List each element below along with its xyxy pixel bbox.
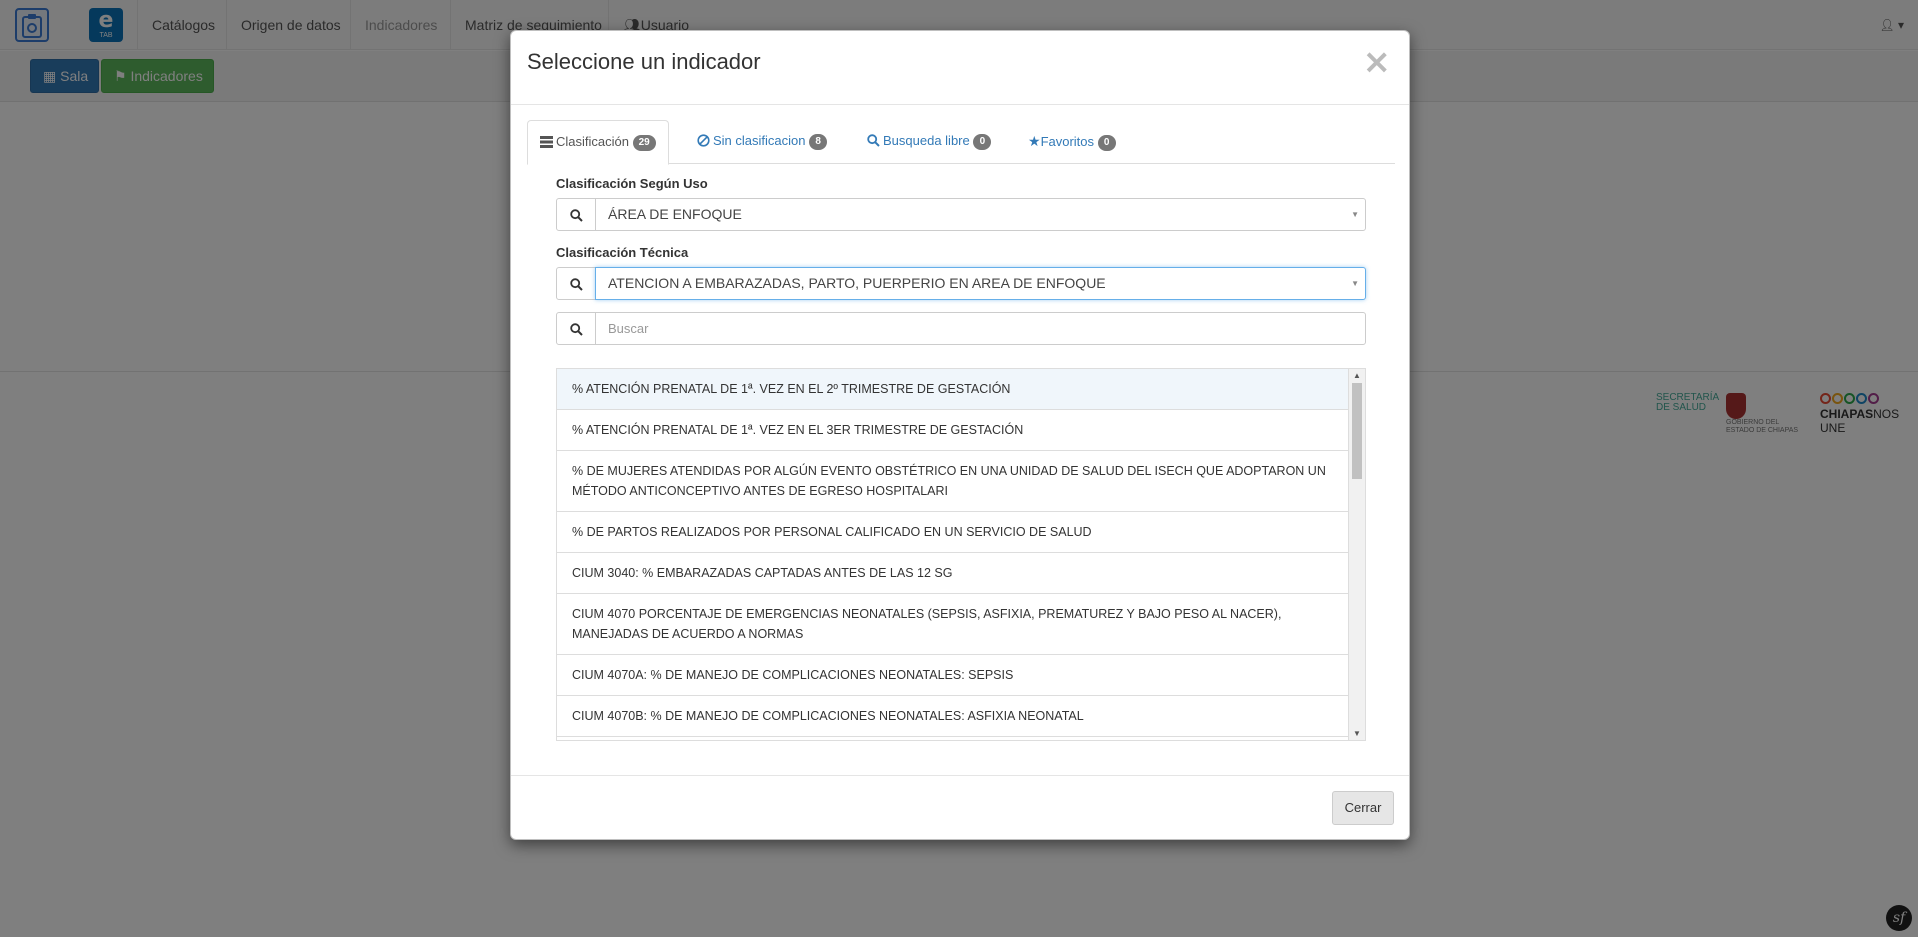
- indicator-item[interactable]: CIUM 3040: % EMBARAZADAS CAPTADAS ANTES …: [557, 553, 1349, 594]
- uso-select[interactable]: ÁREA DE ENFOQUE ▼: [595, 198, 1366, 231]
- chevron-down-icon: ▼: [1351, 279, 1359, 288]
- tab-sin-clasificacion-label: Sin clasificacion: [713, 133, 806, 148]
- select-indicator-modal: Seleccione un indicador × Clasificación …: [510, 30, 1410, 840]
- indicator-item[interactable]: % DE MUJERES ATENDIDAS POR ALGÚN EVENTO …: [557, 451, 1349, 512]
- indicator-item[interactable]: CIUM 4070 PORCENTAJE DE EMERGENCIAS NEON…: [557, 594, 1349, 655]
- indicator-item[interactable]: % ATENCIÓN PRENATAL DE 1ª. VEZ EN EL 2º …: [557, 369, 1349, 410]
- search-icon: [867, 134, 880, 147]
- tecnica-label: Clasificación Técnica: [556, 245, 689, 260]
- uso-search-addon: [556, 198, 596, 231]
- uso-label: Clasificación Según Uso: [556, 176, 708, 191]
- search-icon: [570, 323, 583, 336]
- tab-clasificacion-label: Clasificación: [556, 134, 629, 149]
- scroll-down-icon[interactable]: ▼: [1353, 729, 1361, 738]
- cerrar-button[interactable]: Cerrar: [1332, 791, 1394, 825]
- classification-tabs: Clasificación 29 Sin clasificacion 8 Bus…: [527, 120, 1395, 165]
- tecnica-select-group: ATENCION A EMBARAZADAS, PARTO, PUERPERIO…: [556, 267, 1366, 300]
- tab-clasificacion[interactable]: Clasificación 29: [527, 120, 669, 165]
- tab-sin-clasificacion[interactable]: Sin clasificacion 8: [685, 120, 839, 164]
- modal-header: Seleccione un indicador ×: [511, 31, 1409, 105]
- chevron-down-icon: ▼: [1351, 210, 1359, 219]
- star-icon: ★: [1028, 133, 1041, 149]
- search-icon: [570, 278, 583, 291]
- tab-clasificacion-count: 29: [632, 134, 656, 151]
- indicator-search-input[interactable]: Buscar: [595, 312, 1366, 345]
- search-icon: [570, 209, 583, 222]
- tab-busqueda-libre-count: 0: [973, 133, 992, 150]
- tab-sin-clasificacion-count: 8: [809, 133, 828, 150]
- scroll-up-icon[interactable]: ▲: [1353, 371, 1361, 380]
- tab-favoritos[interactable]: ★Favoritos 0: [1016, 120, 1128, 164]
- uso-select-value: ÁREA DE ENFOQUE: [608, 206, 742, 222]
- close-icon[interactable]: ×: [1363, 45, 1392, 79]
- modal-title: Seleccione un indicador: [527, 49, 761, 74]
- tab-busqueda-libre-label: Busqueda libre: [883, 133, 970, 148]
- list-scrollbar[interactable]: ▲ ▼: [1348, 369, 1365, 740]
- indicator-item[interactable]: % ATENCIÓN PRENATAL DE 1ª. VEZ EN EL 3ER…: [557, 410, 1349, 451]
- uso-select-group: ÁREA DE ENFOQUE ▼: [556, 198, 1366, 231]
- indicator-item[interactable]: CIUM 4070A: % DE MANEJO DE COMPLICACIONE…: [557, 655, 1349, 696]
- server-icon: [540, 136, 553, 148]
- modal-footer: Cerrar: [511, 775, 1409, 841]
- indicator-search-group: Buscar: [556, 312, 1366, 345]
- indicator-item[interactable]: CIUM 4070B: % DE MANEJO DE COMPLICACIONE…: [557, 696, 1349, 737]
- tab-favoritos-count: 0: [1097, 134, 1116, 151]
- ban-icon: [697, 134, 710, 147]
- tab-busqueda-libre[interactable]: Busqueda libre 0: [855, 120, 1003, 164]
- tecnica-select[interactable]: ATENCION A EMBARAZADAS, PARTO, PUERPERIO…: [595, 267, 1366, 300]
- tecnica-search-addon: [556, 267, 596, 300]
- indicator-item[interactable]: % DE PARTOS REALIZADOS POR PERSONAL CALI…: [557, 512, 1349, 553]
- indicator-list: % ATENCIÓN PRENATAL DE 1ª. VEZ EN EL 2º …: [556, 368, 1366, 741]
- scroll-thumb[interactable]: [1352, 383, 1362, 479]
- tecnica-select-value: ATENCION A EMBARAZADAS, PARTO, PUERPERIO…: [608, 275, 1106, 291]
- indicator-search-addon: [556, 312, 596, 345]
- indicator-search-placeholder: Buscar: [608, 321, 649, 336]
- tab-favoritos-label: Favoritos: [1040, 134, 1095, 149]
